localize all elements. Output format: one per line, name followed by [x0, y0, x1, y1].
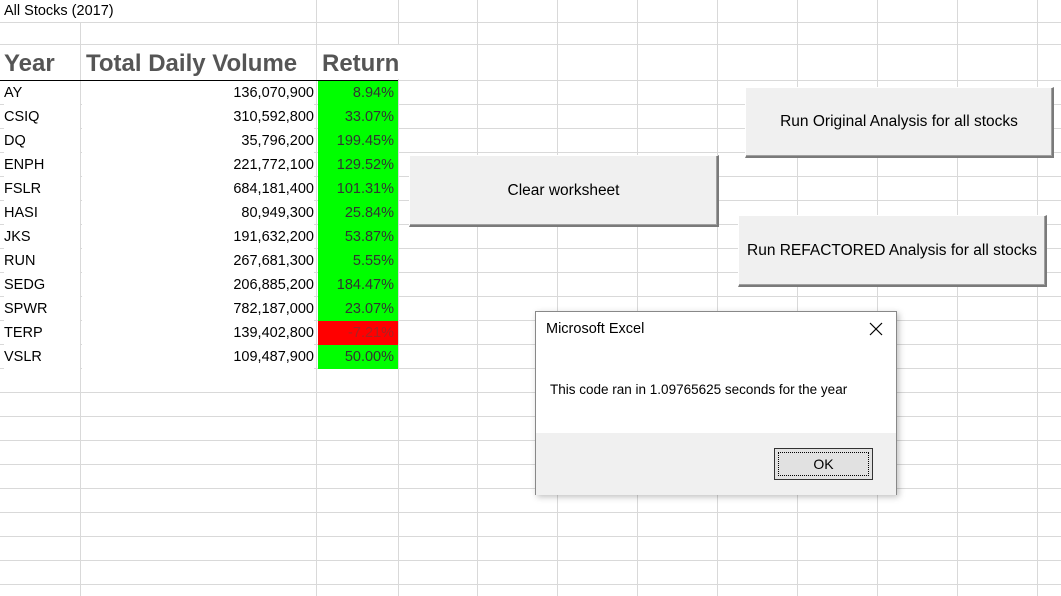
- ticker-cell[interactable]: VSLR: [4, 345, 80, 369]
- grid-row-line: [0, 22, 1061, 23]
- return-cell[interactable]: 25.84%: [318, 201, 398, 225]
- header-total-daily-volume[interactable]: Total Daily Volume: [86, 45, 314, 79]
- ticker-cell[interactable]: DQ: [4, 129, 80, 153]
- ticker-cell[interactable]: AY: [4, 81, 80, 105]
- ticker-cell[interactable]: JKS: [4, 225, 80, 249]
- return-cell[interactable]: 50.00%: [318, 345, 398, 369]
- sheet-title[interactable]: All Stocks (2017): [4, 0, 118, 22]
- volume-cell[interactable]: 206,885,200: [82, 273, 314, 297]
- return-cell[interactable]: 129.52%: [318, 153, 398, 177]
- close-icon-glyph: [869, 322, 883, 336]
- grid-row-line: [0, 488, 1061, 489]
- grid-column-line: [398, 0, 399, 596]
- dialog-footer: OK: [536, 433, 896, 495]
- ok-button[interactable]: OK: [774, 448, 873, 480]
- ticker-cell[interactable]: CSIQ: [4, 105, 80, 129]
- return-cell[interactable]: 8.94%: [318, 81, 398, 105]
- volume-cell[interactable]: 136,070,900: [82, 81, 314, 105]
- ticker-cell[interactable]: RUN: [4, 249, 80, 273]
- grid-row-line: [0, 440, 1061, 441]
- grid-column-line: [477, 0, 478, 596]
- volume-cell[interactable]: 191,632,200: [82, 225, 314, 249]
- grid-row-line: [0, 464, 1061, 465]
- header-return[interactable]: Return: [322, 45, 404, 79]
- ticker-cell[interactable]: ENPH: [4, 153, 80, 177]
- run-original-analysis-button[interactable]: Run Original Analysis for all stocks: [745, 87, 1054, 158]
- close-icon[interactable]: [864, 318, 888, 340]
- header-year[interactable]: Year: [4, 45, 78, 79]
- volume-cell[interactable]: 684,181,400: [82, 177, 314, 201]
- ticker-cell[interactable]: SPWR: [4, 297, 80, 321]
- return-cell[interactable]: 184.47%: [318, 273, 398, 297]
- return-cell[interactable]: -7.21%: [318, 321, 398, 345]
- grid-column-line: [316, 0, 317, 596]
- volume-cell[interactable]: 109,487,900: [82, 345, 314, 369]
- volume-cell[interactable]: 221,772,100: [82, 153, 314, 177]
- grid-row-line: [0, 392, 1061, 393]
- message-dialog: Microsoft Excel This code ran in 1.09765…: [535, 311, 897, 495]
- ticker-cell[interactable]: FSLR: [4, 177, 80, 201]
- volume-cell[interactable]: 267,681,300: [82, 249, 314, 273]
- ticker-cell[interactable]: HASI: [4, 201, 80, 225]
- run-refactored-analysis-button[interactable]: Run REFACTORED Analysis for all stocks: [738, 215, 1047, 287]
- grid-row-line: [0, 560, 1061, 561]
- grid-column-line: [80, 0, 81, 596]
- focus-rectangle: [778, 452, 869, 476]
- return-cell[interactable]: 53.87%: [318, 225, 398, 249]
- volume-cell[interactable]: 35,796,200: [82, 129, 314, 153]
- return-cell[interactable]: 23.07%: [318, 297, 398, 321]
- grid-row-line: [0, 512, 1061, 513]
- grid-row-line: [0, 584, 1061, 585]
- volume-cell[interactable]: 139,402,800: [82, 321, 314, 345]
- dialog-title: Microsoft Excel: [546, 321, 645, 337]
- ticker-cell[interactable]: TERP: [4, 321, 80, 345]
- return-cell[interactable]: 33.07%: [318, 105, 398, 129]
- volume-cell[interactable]: 782,187,000: [82, 297, 314, 321]
- volume-cell[interactable]: 80,949,300: [82, 201, 314, 225]
- return-cell[interactable]: 101.31%: [318, 177, 398, 201]
- grid-row-line: [0, 416, 1061, 417]
- clear-worksheet-button[interactable]: Clear worksheet: [409, 155, 719, 227]
- dialog-message: This code ran in 1.09765625 seconds for …: [550, 382, 848, 397]
- volume-cell[interactable]: 310,592,800: [82, 105, 314, 129]
- ticker-cell[interactable]: SEDG: [4, 273, 80, 297]
- grid-column-line: [717, 0, 718, 596]
- grid-row-line: [0, 536, 1061, 537]
- grid-column-line: [637, 0, 638, 596]
- grid-column-line: [557, 0, 558, 596]
- return-cell[interactable]: 5.55%: [318, 249, 398, 273]
- return-cell[interactable]: 199.45%: [318, 129, 398, 153]
